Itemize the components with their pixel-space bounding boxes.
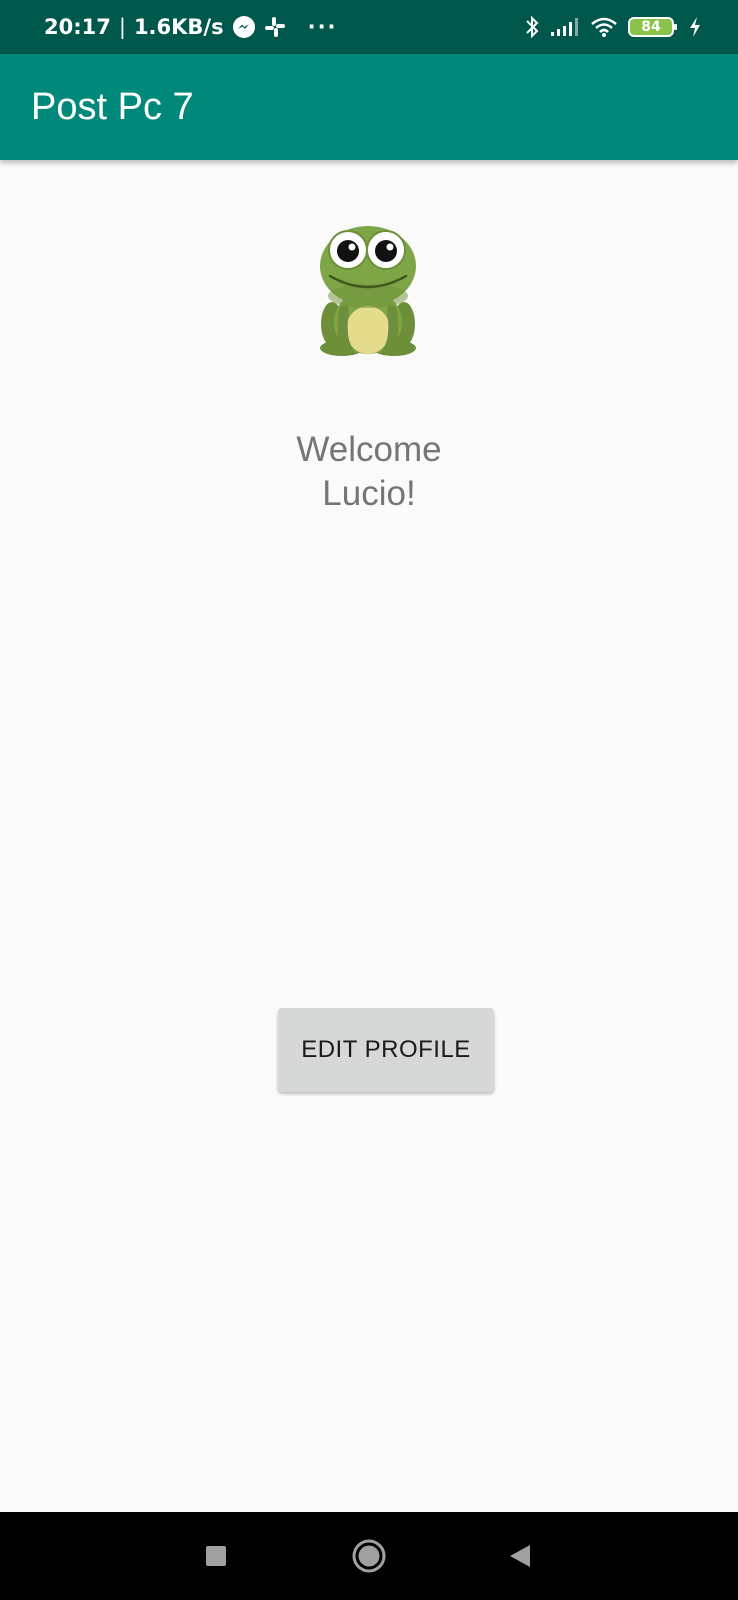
battery-level: 84 (641, 19, 661, 35)
bluetooth-icon (524, 15, 540, 39)
navigation-bar (0, 1512, 738, 1600)
frog-icon (314, 220, 422, 360)
more-notifications: ··· (307, 15, 338, 39)
status-left: 20:17 | 1.6KB/s ··· (44, 0, 338, 54)
slack-icon (264, 16, 286, 38)
messenger-icon (232, 15, 256, 39)
app-title: Post Pc 7 (31, 86, 194, 128)
home-circle-icon (352, 1539, 386, 1573)
charging-icon (688, 16, 702, 38)
network-speed: 1.6KB/s (133, 15, 224, 39)
status-right: 84 (524, 0, 702, 54)
welcome-text: Welcome Lucio! (296, 430, 442, 513)
recents-square-icon (206, 1546, 226, 1566)
status-bar: 20:17 | 1.6KB/s ··· 84 (0, 0, 738, 54)
battery-icon: 84 (628, 17, 677, 37)
back-button[interactable] (476, 1512, 564, 1600)
status-time: 20:17 (44, 15, 111, 39)
status-separator: | (118, 15, 126, 39)
back-triangle-icon (510, 1545, 530, 1567)
home-button[interactable] (325, 1512, 413, 1600)
app-bar: Post Pc 7 (0, 54, 738, 160)
signal-icon (550, 16, 580, 38)
recents-button[interactable] (172, 1512, 260, 1600)
wifi-icon (590, 16, 618, 38)
edit-profile-button[interactable]: EDIT PROFILE (278, 1008, 494, 1092)
